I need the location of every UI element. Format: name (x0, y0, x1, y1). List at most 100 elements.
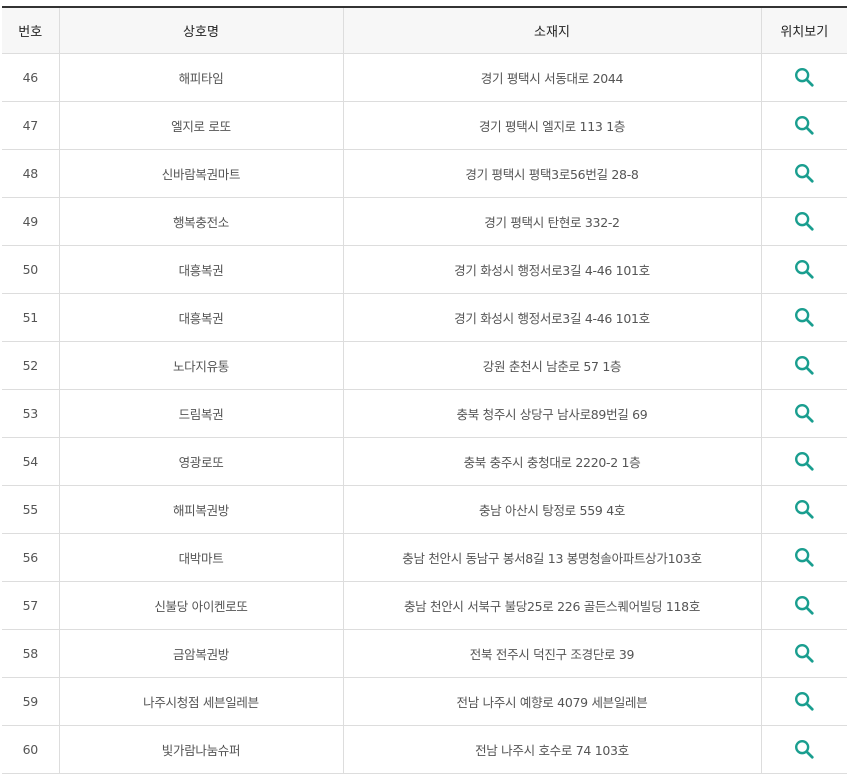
cell-location (760, 677, 847, 726)
header-row: 번호 상호명 소재지 위치보기 (2, 7, 847, 54)
cell-store-name: 빛가람나눔슈퍼 (58, 725, 344, 774)
cell-address: 경기 평택시 서동대로 2044 (342, 53, 762, 102)
cell-no: 46 (2, 53, 60, 102)
cell-address: 경기 평택시 탄현로 332-2 (342, 197, 762, 246)
search-icon (795, 739, 814, 759)
search-icon (795, 259, 814, 279)
search-icon (795, 499, 814, 519)
cell-address: 경기 화성시 행정서로3길 4-46 101호 (342, 293, 762, 342)
table-row: 53 드림복권 충북 청주시 상당구 남사로89번길 69 (2, 389, 847, 438)
cell-address: 경기 평택시 평택3로56번길 28-8 (342, 149, 762, 198)
cell-no: 48 (2, 149, 60, 198)
store-list-table: 번호 상호명 소재지 위치보기 46 해피타임 경기 평택시 서동대로 2044 47… (2, 6, 847, 774)
table-row: 58 금암복권방 전북 전주시 덕진구 조경단로 39 (2, 629, 847, 678)
cell-location (760, 341, 847, 390)
cell-location (760, 101, 847, 150)
table-row: 59 나주시청점 세븐일레븐 전남 나주시 예향로 4079 세븐일레븐 (2, 677, 847, 726)
view-location-button[interactable] (792, 114, 816, 138)
view-location-button[interactable] (792, 642, 816, 666)
cell-address: 충남 아산시 탕정로 559 4호 (342, 485, 762, 534)
view-location-button[interactable] (792, 594, 816, 618)
table-row: 51 대흥복권 경기 화성시 행정서로3길 4-46 101호 (2, 293, 847, 342)
search-icon (795, 115, 814, 135)
view-location-button[interactable] (792, 498, 816, 522)
cell-store-name: 금암복권방 (58, 629, 344, 678)
table-header: 번호 상호명 소재지 위치보기 (2, 7, 847, 54)
cell-address: 충북 충주시 충청대로 2220-2 1층 (342, 437, 762, 486)
cell-location (760, 725, 847, 774)
cell-address: 경기 평택시 엘지로 113 1층 (342, 101, 762, 150)
cell-no: 58 (2, 629, 60, 678)
cell-no: 60 (2, 725, 60, 774)
cell-no: 56 (2, 533, 60, 582)
search-icon (795, 355, 814, 375)
search-icon (795, 163, 814, 183)
cell-location (760, 293, 847, 342)
cell-address: 전남 나주시 예향로 4079 세븐일레븐 (342, 677, 762, 726)
column-header-location: 위치보기 (760, 7, 847, 54)
view-location-button[interactable] (792, 354, 816, 378)
view-location-button[interactable] (792, 546, 816, 570)
search-icon (795, 595, 814, 615)
search-icon (795, 403, 814, 423)
cell-store-name: 해피타임 (58, 53, 344, 102)
view-location-button[interactable] (792, 402, 816, 426)
column-header-no: 번호 (2, 7, 60, 54)
search-icon (795, 691, 814, 711)
cell-store-name: 노다지유통 (58, 341, 344, 390)
cell-store-name: 신불당 아이켄로또 (58, 581, 344, 630)
cell-location (760, 533, 847, 582)
view-location-button[interactable] (792, 66, 816, 90)
cell-store-name: 영광로또 (58, 437, 344, 486)
table-body: 46 해피타임 경기 평택시 서동대로 2044 47 엘지로 로또 경기 평택시 엘지로… (2, 53, 847, 774)
cell-location (760, 485, 847, 534)
table-row: 50 대흥복권 경기 화성시 행정서로3길 4-46 101호 (2, 245, 847, 294)
column-header-name: 상호명 (58, 7, 344, 54)
cell-location (760, 437, 847, 486)
view-location-button[interactable] (792, 258, 816, 282)
cell-location (760, 245, 847, 294)
cell-store-name: 대흥복권 (58, 293, 344, 342)
search-icon (795, 67, 814, 87)
cell-no: 52 (2, 341, 60, 390)
table-row: 48 신바람복권마트 경기 평택시 평택3로56번길 28-8 (2, 149, 847, 198)
cell-address: 전북 전주시 덕진구 조경단로 39 (342, 629, 762, 678)
cell-address: 강원 춘천시 남춘로 57 1층 (342, 341, 762, 390)
table-row: 54 영광로또 충북 충주시 충청대로 2220-2 1층 (2, 437, 847, 486)
cell-no: 51 (2, 293, 60, 342)
cell-location (760, 629, 847, 678)
search-icon (795, 307, 814, 327)
cell-no: 57 (2, 581, 60, 630)
view-location-button[interactable] (792, 450, 816, 474)
cell-store-name: 드림복권 (58, 389, 344, 438)
view-location-button[interactable] (792, 162, 816, 186)
view-location-button[interactable] (792, 306, 816, 330)
cell-store-name: 나주시청점 세븐일레븐 (58, 677, 344, 726)
search-icon (795, 451, 814, 471)
view-location-button[interactable] (792, 690, 816, 714)
view-location-button[interactable] (792, 738, 816, 762)
table-row: 55 해피복권방 충남 아산시 탕정로 559 4호 (2, 485, 847, 534)
view-location-button[interactable] (792, 210, 816, 234)
cell-store-name: 행복충전소 (58, 197, 344, 246)
cell-store-name: 대박마트 (58, 533, 344, 582)
cell-location (760, 581, 847, 630)
table-row: 56 대박마트 충남 천안시 동남구 봉서8길 13 봉명청솔아파트상가103호 (2, 533, 847, 582)
table-row: 60 빛가람나눔슈퍼 전남 나주시 호수로 74 103호 (2, 725, 847, 774)
cell-no: 53 (2, 389, 60, 438)
table-row: 49 행복충전소 경기 평택시 탄현로 332-2 (2, 197, 847, 246)
cell-no: 49 (2, 197, 60, 246)
search-icon (795, 547, 814, 567)
cell-store-name: 신바람복권마트 (58, 149, 344, 198)
cell-no: 55 (2, 485, 60, 534)
cell-no: 54 (2, 437, 60, 486)
cell-address: 경기 화성시 행정서로3길 4-46 101호 (342, 245, 762, 294)
cell-store-name: 엘지로 로또 (58, 101, 344, 150)
cell-no: 59 (2, 677, 60, 726)
cell-location (760, 53, 847, 102)
cell-store-name: 해피복권방 (58, 485, 344, 534)
cell-address: 충남 천안시 동남구 봉서8길 13 봉명청솔아파트상가103호 (342, 533, 762, 582)
column-header-address: 소재지 (342, 7, 762, 54)
cell-address: 충남 천안시 서북구 불당25로 226 골든스퀘어빌딩 118호 (342, 581, 762, 630)
cell-store-name: 대흥복권 (58, 245, 344, 294)
